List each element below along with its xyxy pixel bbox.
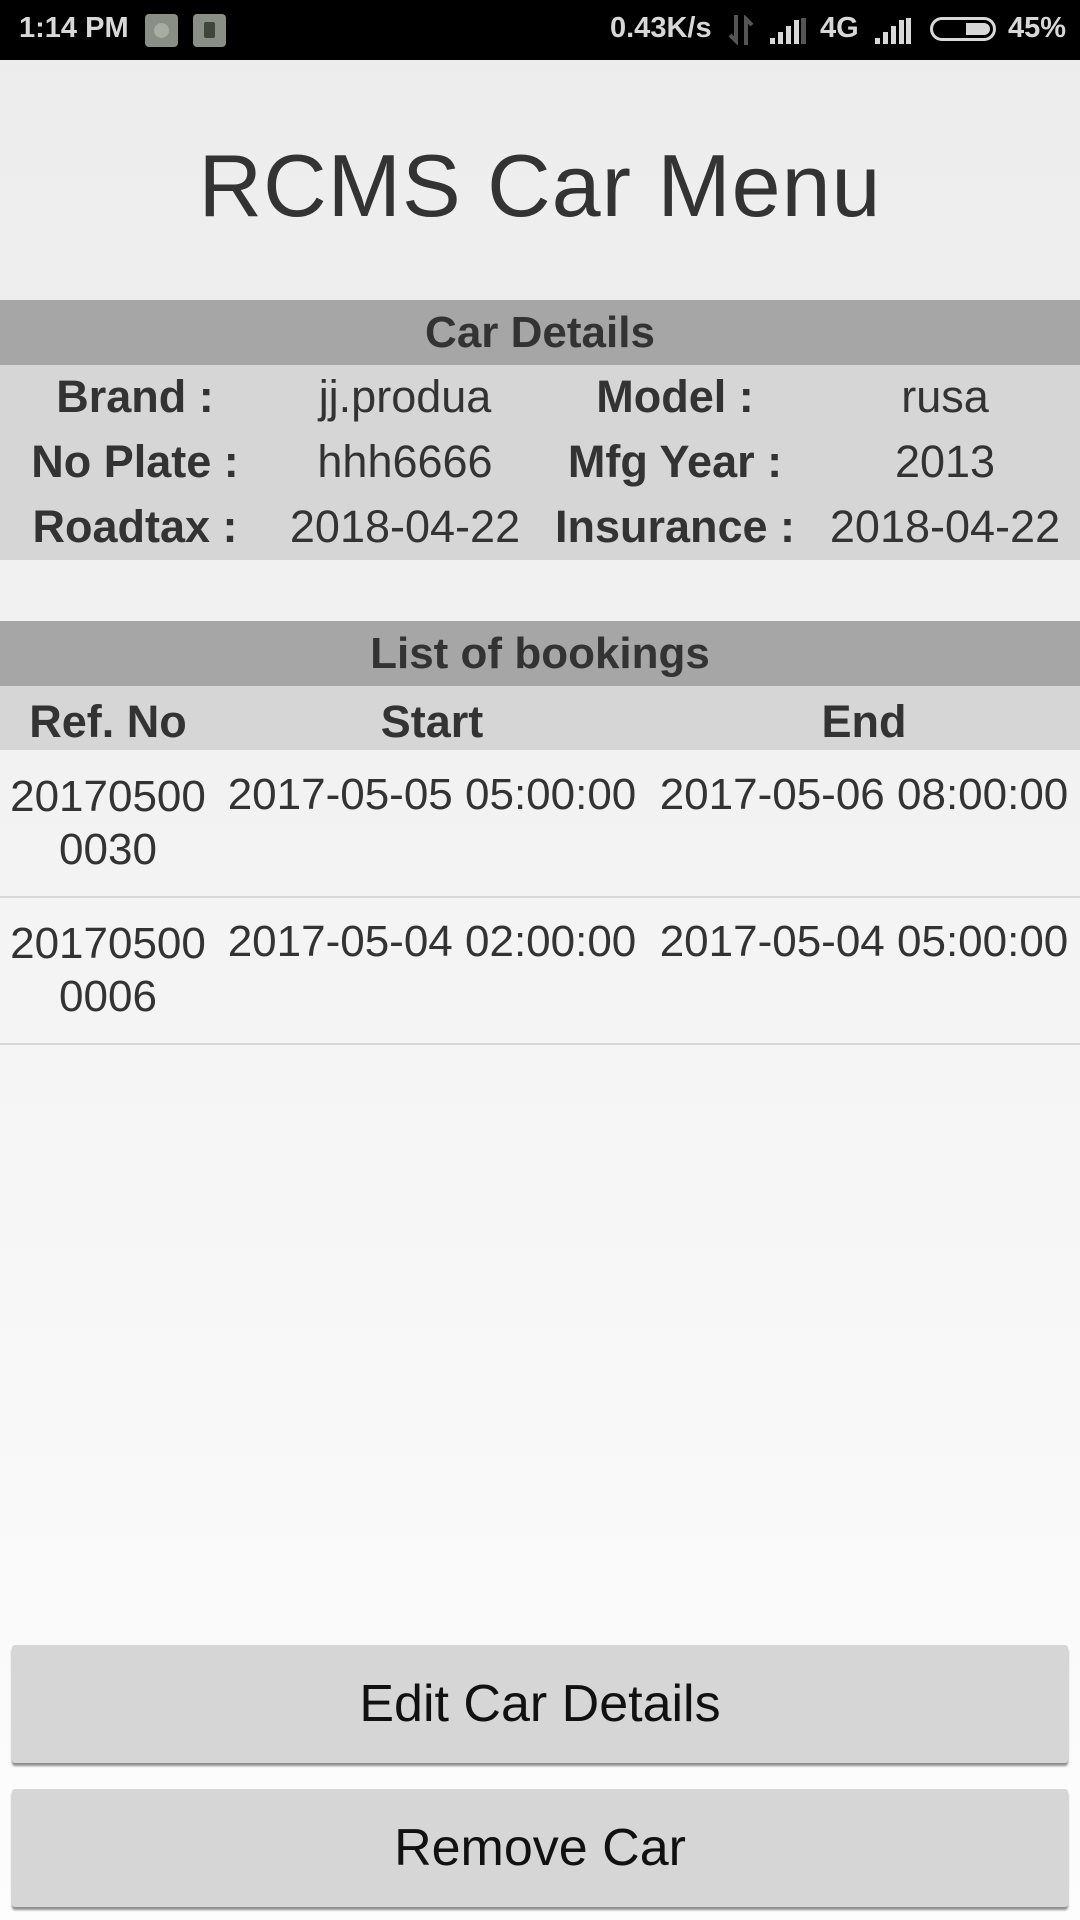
- booking-ref-line: 0006: [59, 972, 157, 1021]
- detail-row: Roadtax : 2018-04-22 Insurance : 2018-04…: [0, 501, 1080, 566]
- battery-level-fill: [966, 23, 990, 35]
- detail-row: No Plate : hhh6666 Mfg Year : 2013: [0, 436, 1080, 501]
- data-transfer-arrows-icon: [728, 15, 754, 45]
- model-value: rusa: [901, 371, 989, 422]
- battery-icon: [930, 17, 996, 41]
- booking-ref-line: 0030: [59, 825, 157, 874]
- insurance-label: Insurance :: [554, 501, 796, 552]
- booking-end: 2017-05-04 05:00:00: [659, 917, 1069, 966]
- bookings-header: List of bookings: [0, 621, 1080, 686]
- booking-ref: 20170500 0030: [0, 770, 216, 876]
- car-details-panel: Brand : jj.produa Model : rusa No Plate …: [0, 365, 1080, 560]
- car-details-header: Car Details: [0, 300, 1080, 365]
- page-title: RCMS Car Menu: [198, 136, 882, 235]
- battery-percent: 45%: [1008, 12, 1067, 44]
- column-header-end: End: [821, 696, 907, 747]
- remove-car-button[interactable]: Remove Car: [12, 1789, 1068, 1907]
- booking-ref-line: 20170500: [10, 919, 206, 968]
- booking-ref: 20170500 0006: [0, 917, 216, 1023]
- notification-app-icon: [193, 14, 226, 47]
- mfg-year-label: Mfg Year :: [567, 436, 783, 487]
- column-header-start: Start: [380, 696, 484, 747]
- bookings-column-headers: Ref. No Start End: [0, 686, 1080, 750]
- edit-car-details-button[interactable]: Edit Car Details: [12, 1645, 1068, 1763]
- notification-app-icon: [145, 14, 178, 47]
- insurance-value: 2018-04-22: [829, 501, 1061, 552]
- brand-label: Brand :: [56, 371, 214, 422]
- model-label: Model :: [596, 371, 754, 422]
- detail-row: Brand : jj.produa Model : rusa: [0, 371, 1080, 436]
- plate-value: hhh6666: [317, 436, 493, 487]
- roadtax-label: Roadtax :: [32, 501, 238, 552]
- mfg-year-value: 2013: [894, 436, 996, 487]
- booking-row[interactable]: 20170500 0030 2017-05-05 05:00:00 2017-0…: [0, 750, 1080, 898]
- network-type: 4G: [820, 12, 859, 44]
- booking-end: 2017-05-06 08:00:00: [659, 770, 1069, 819]
- signal-icon: [770, 18, 806, 44]
- status-time: 1:14 PM: [19, 12, 129, 44]
- net-speed: 0.43K/s: [610, 12, 712, 44]
- booking-start: 2017-05-04 02:00:00: [227, 917, 637, 966]
- status-bar: 1:14 PM 0.43K/s 4G 45%: [0, 0, 1080, 60]
- booking-start: 2017-05-05 05:00:00: [227, 770, 637, 819]
- signal-icon: [875, 18, 911, 44]
- booking-row[interactable]: 20170500 0006 2017-05-04 02:00:00 2017-0…: [0, 897, 1080, 1045]
- booking-ref-line: 20170500: [10, 772, 206, 821]
- roadtax-value: 2018-04-22: [289, 501, 521, 552]
- brand-value: jj.produa: [318, 371, 492, 422]
- plate-label: No Plate :: [31, 436, 239, 487]
- column-header-ref: Ref. No: [29, 696, 187, 747]
